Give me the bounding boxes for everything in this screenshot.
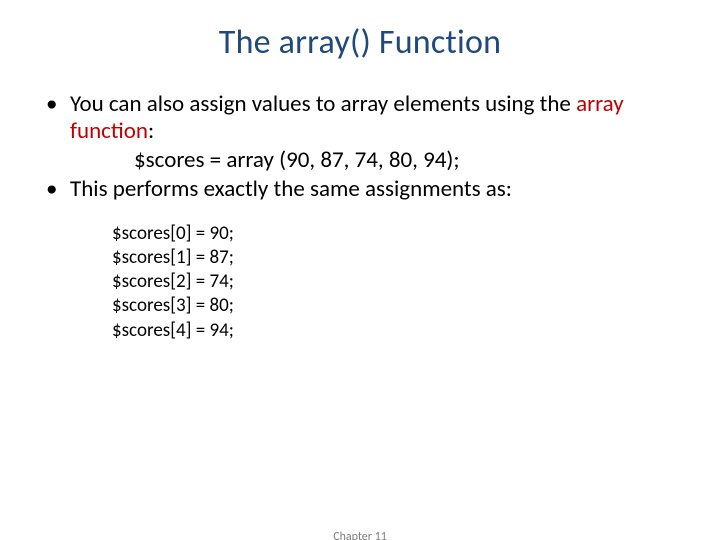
slide-body: You can also assign values to array elem… [0,91,720,343]
assignment-line: $scores[4] = 94; [112,319,680,343]
assignment-line: $scores[1] = 87; [112,246,680,270]
footer-chapter: Chapter 11 [0,530,720,540]
bullet-list: You can also assign values to array elem… [42,91,680,204]
assignment-line: $scores[0] = 90; [112,222,680,246]
slide-title: The array() Function [0,22,720,63]
assignment-line: $scores[2] = 74; [112,270,680,294]
slide: The array() Function You can also assign… [0,22,720,540]
assignment-block: $scores[0] = 90; $scores[1] = 87; $score… [42,222,680,344]
bullet1-text-pre: You can also assign values to array elem… [70,90,576,118]
bullet-item-2: This performs exactly the same assignmen… [42,176,680,203]
bullet-item-1: You can also assign values to array elem… [42,91,680,174]
code-line: $scores = array (90, 87, 74, 80, 94); [70,147,680,174]
bullet2-text: This performs exactly the same assignmen… [70,175,512,203]
assignment-line: $scores[3] = 80; [112,294,680,318]
bullet1-text-post: : [148,117,154,145]
